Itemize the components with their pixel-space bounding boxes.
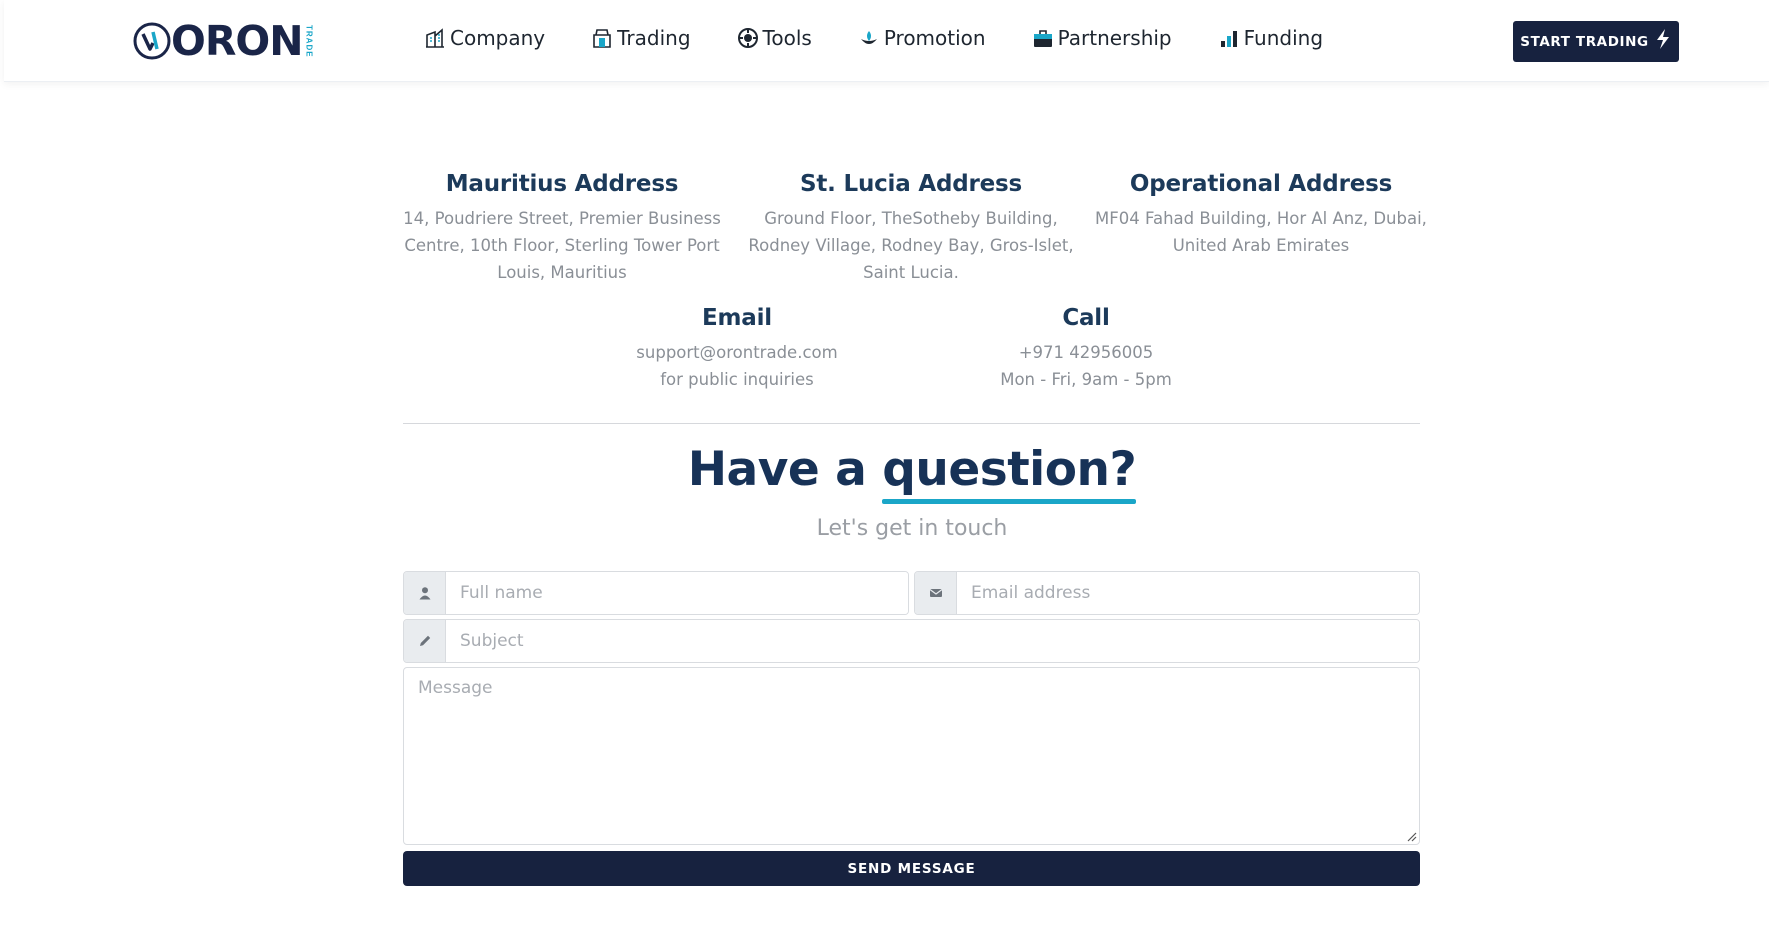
nav-label: Trading: [617, 26, 691, 50]
address-text: MF04 Fahad Building, Hor Al Anz, Dubai, …: [1095, 209, 1427, 255]
user-icon: [404, 572, 446, 614]
resize-grip-icon[interactable]: [1406, 831, 1417, 842]
nav-trading[interactable]: Trading: [591, 26, 691, 50]
lightning-icon: [1656, 28, 1669, 49]
envelope-icon: [915, 572, 957, 614]
email-block: Email support@orontrade.com for public i…: [587, 305, 887, 393]
email-field: [914, 571, 1420, 615]
nav-label: Company: [450, 26, 546, 50]
building-icon: [426, 28, 444, 48]
phone-number[interactable]: +971 42956005: [936, 339, 1236, 366]
send-message-label: SEND MESSAGE: [847, 860, 976, 877]
section-divider: [403, 423, 1420, 424]
shop-icon: [593, 29, 611, 48]
operational-address: Operational Address MF04 Fahad Building,…: [1091, 171, 1431, 259]
address-title: Mauritius Address: [445, 171, 679, 197]
email-input[interactable]: [957, 572, 1419, 614]
office-hours: Mon - Fri, 9am - 5pm: [1000, 370, 1172, 389]
nav-label: Partnership: [1057, 26, 1172, 50]
email-address[interactable]: support@orontrade.com: [587, 339, 887, 366]
oron-logo[interactable]: ORON TRADE: [132, 20, 314, 62]
nav-label: Tools: [762, 26, 812, 50]
page-subheadline: Let's get in touch: [816, 516, 1008, 541]
email-title: Email: [702, 305, 772, 331]
message-textarea[interactable]: [403, 667, 1420, 845]
start-trading-button[interactable]: START TRADING: [1513, 21, 1679, 62]
nav-label: Funding: [1243, 26, 1324, 50]
call-block: Call +971 42956005 Mon - Fri, 9am - 5pm: [936, 305, 1236, 393]
headline-prefix: Have a: [687, 442, 867, 497]
nav-tools[interactable]: Tools: [737, 26, 812, 50]
subject-input[interactable]: [446, 620, 1419, 662]
full-name-input[interactable]: [446, 572, 908, 614]
st-lucia-address: St. Lucia Address Ground Floor, TheSothe…: [745, 171, 1077, 286]
nav-company[interactable]: Company: [424, 26, 545, 50]
gear-icon: [737, 28, 758, 48]
address-text: Ground Floor, TheSotheby Building, Rodne…: [748, 209, 1074, 282]
nav-funding[interactable]: Funding: [1218, 26, 1323, 50]
main-nav: Company Trading Tools Promotion Partners…: [424, 26, 1323, 50]
full-name-field: [403, 571, 909, 615]
site-header: ORON TRADE Company Trading Tools Promoti…: [4, 0, 1769, 82]
mauritius-address: Mauritius Address 14, Poudriere Street, …: [397, 171, 727, 286]
logo-subtext: TRADE: [304, 24, 314, 58]
nav-label: Promotion: [883, 26, 986, 50]
address-title: Operational Address: [1129, 171, 1393, 197]
address-title: St. Lucia Address: [799, 171, 1023, 197]
subject-field: [403, 619, 1420, 663]
lotus-icon: [860, 31, 877, 44]
bar-chart-icon: [1220, 31, 1237, 47]
email-note: for public inquiries: [660, 370, 814, 389]
page-headline: Have a question?: [0, 442, 1769, 504]
headline-highlight: question?: [882, 442, 1137, 504]
start-trading-label: START TRADING: [1520, 33, 1649, 50]
nav-partnership[interactable]: Partnership: [1032, 26, 1172, 50]
address-text: 14, Poudriere Street, Premier Business C…: [403, 209, 721, 282]
logo-text: ORON: [171, 16, 304, 65]
call-title: Call: [1062, 305, 1110, 331]
nav-promotion[interactable]: Promotion: [858, 26, 986, 50]
send-message-button[interactable]: SEND MESSAGE: [403, 851, 1420, 886]
pencil-icon: [404, 620, 446, 662]
briefcase-icon: [1033, 30, 1052, 47]
logo-mark-icon: [133, 22, 171, 60]
